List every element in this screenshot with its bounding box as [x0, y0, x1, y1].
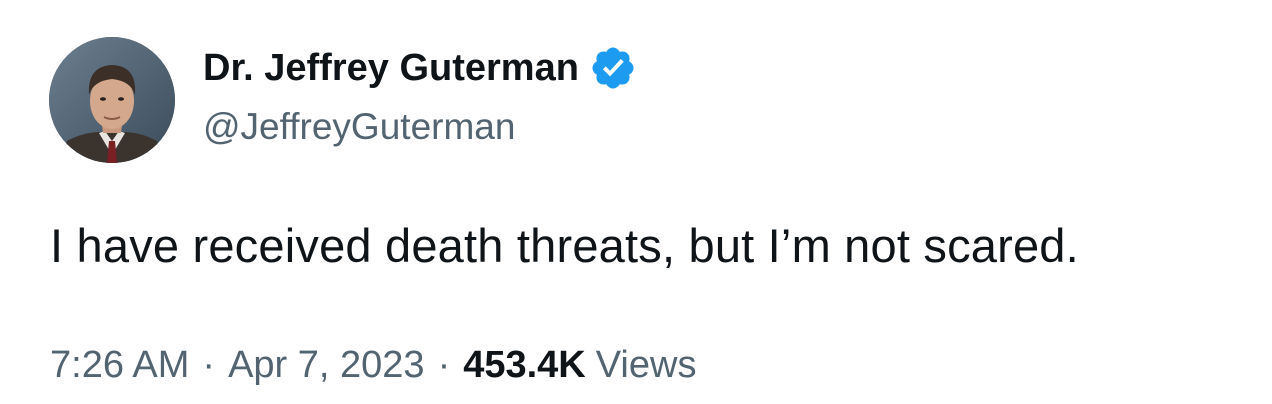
tweet-meta: 7:26 AM · Apr 7, 2023 · 453.4K Views [50, 344, 696, 387]
author-avatar[interactable] [49, 37, 175, 163]
author-name-row: Dr. Jeffrey Guterman [203, 42, 637, 94]
meta-separator: · [202, 344, 216, 386]
meta-separator: · [437, 344, 451, 386]
tweet-text: I have received death threats, but I’m n… [50, 219, 1079, 272]
views-label: Views [595, 344, 697, 386]
author-handle[interactable]: @JeffreyGuterman [203, 106, 515, 148]
tweet-time[interactable]: 7:26 AM [50, 344, 189, 387]
verified-badge-icon[interactable] [589, 44, 637, 92]
author-display-name[interactable]: Dr. Jeffrey Guterman [203, 47, 579, 90]
avatar-image [49, 37, 175, 163]
tweet-date[interactable]: Apr 7, 2023 [228, 344, 424, 387]
views-count[interactable]: 453.4K [463, 344, 586, 387]
